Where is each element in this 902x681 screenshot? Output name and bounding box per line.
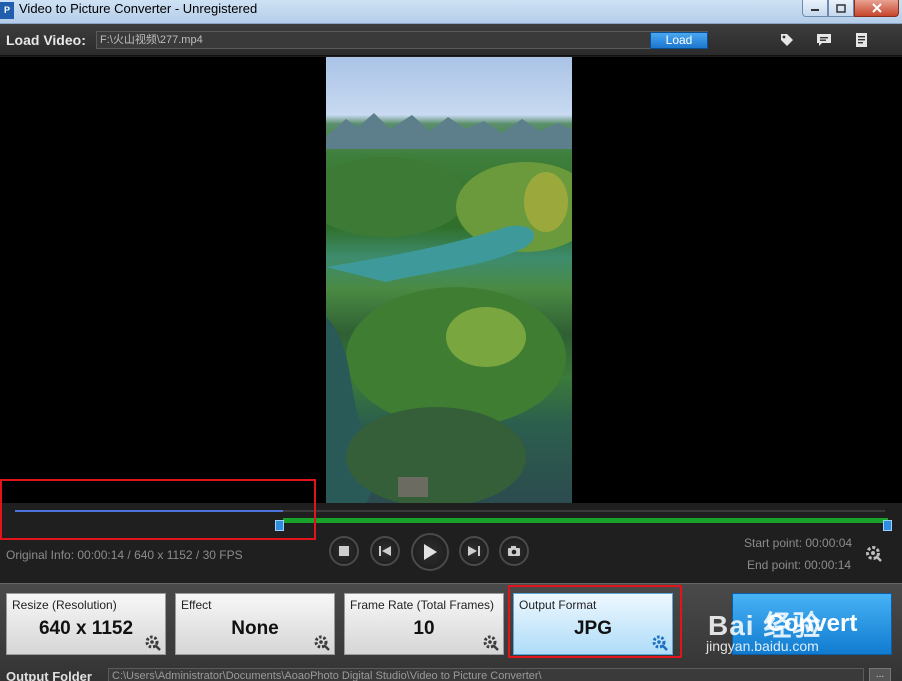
highlight-box-output-format — [508, 585, 682, 658]
end-point-handle[interactable] — [883, 520, 892, 531]
browse-folder-button[interactable]: ... — [869, 668, 891, 681]
start-point-text: Start point: 00:00:04 — [744, 536, 853, 550]
title-bar: P Video to Picture Converter - Unregiste… — [0, 0, 902, 24]
effect-setting-card[interactable]: Effect None — [175, 593, 335, 655]
frame-rate-gear-icon[interactable] — [483, 635, 499, 651]
app-icon: P — [0, 2, 14, 19]
notes-icon[interactable] — [854, 32, 870, 48]
comment-icon[interactable] — [816, 32, 832, 48]
next-frame-button[interactable] — [459, 536, 489, 566]
window-title: Video to Picture Converter - Unregistere… — [19, 1, 258, 16]
window-controls — [802, 0, 899, 17]
convert-button[interactable]: Convert — [732, 593, 892, 655]
skip-back-icon — [379, 546, 391, 556]
selection-range-bar[interactable] — [283, 518, 888, 523]
play-button[interactable] — [411, 533, 449, 571]
playback-track-remaining[interactable] — [283, 510, 885, 512]
stop-button[interactable] — [329, 536, 359, 566]
play-icon — [424, 544, 437, 560]
highlight-box-timeline — [0, 479, 316, 540]
frame-rate-value: 10 — [413, 618, 435, 639]
timeline-settings-icon[interactable] — [865, 545, 883, 563]
minimize-button[interactable] — [802, 0, 828, 17]
stop-icon — [339, 546, 349, 556]
video-frame — [326, 57, 572, 503]
camera-icon — [508, 546, 520, 556]
resize-value: 640 x 1152 — [38, 618, 134, 639]
end-point-text: End point: 00:00:14 — [747, 558, 852, 572]
close-button[interactable] — [854, 0, 899, 17]
resize-label: Resize (Resolution) — [12, 598, 117, 612]
previous-frame-button[interactable] — [370, 536, 400, 566]
snapshot-button[interactable] — [499, 536, 529, 566]
close-icon — [871, 3, 882, 13]
maximize-button[interactable] — [828, 0, 854, 17]
video-frame-image — [326, 113, 572, 503]
toolbar: Load Video: F:\火山视频\277.mp4 Load — [0, 24, 902, 56]
frame-rate-setting-card[interactable]: Frame Rate (Total Frames) 10 — [344, 593, 504, 655]
video-preview-area — [0, 57, 902, 503]
resize-gear-icon[interactable] — [145, 635, 161, 651]
effect-value: None — [231, 618, 279, 639]
load-video-label: Load Video: — [6, 32, 86, 48]
video-path-field[interactable]: F:\火山视频\277.mp4 — [96, 31, 708, 49]
effect-label: Effect — [181, 598, 212, 612]
effect-gear-icon[interactable] — [314, 635, 330, 651]
frame-rate-label: Frame Rate (Total Frames) — [350, 598, 495, 612]
output-folder-label: Output Folder — [6, 669, 92, 681]
load-button[interactable]: Load — [650, 32, 708, 49]
skip-forward-icon — [468, 546, 480, 556]
original-info: Original Info: 00:00:14 / 640 x 1152 / 3… — [6, 548, 243, 562]
maximize-icon — [836, 3, 846, 13]
resize-setting-card[interactable]: Resize (Resolution) 640 x 1152 — [6, 593, 166, 655]
output-folder-field[interactable]: C:\Users\Administrator\Documents\AoaoPho… — [108, 668, 864, 681]
tag-icon[interactable] — [779, 32, 795, 48]
minimize-icon — [811, 9, 819, 11]
